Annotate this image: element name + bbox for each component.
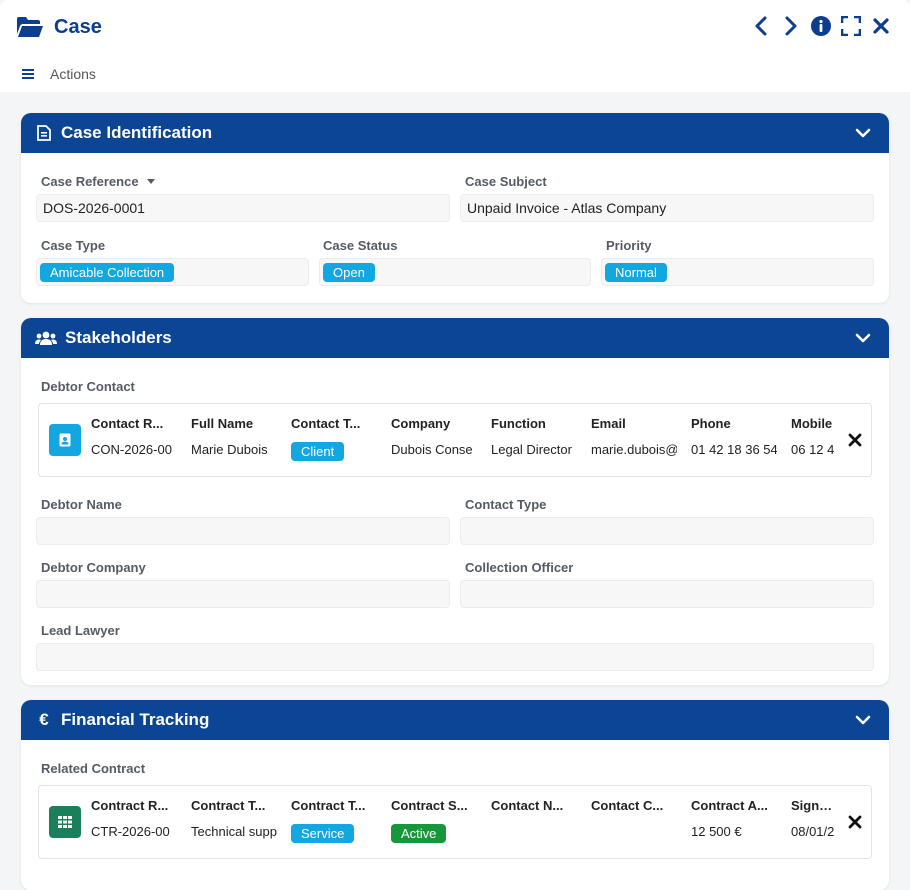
contact-column: Full Name Marie Dubois bbox=[191, 416, 268, 457]
window-header: Case Actions bbox=[0, 0, 910, 92]
financial-tracking-header[interactable]: € Financial Tracking bbox=[21, 700, 889, 740]
contact-column: Contact R... CON-2026-00 bbox=[91, 416, 172, 457]
fullscreen-icon bbox=[841, 16, 861, 36]
stakeholders-panel: Stakeholders Debtor Contact Contact R...… bbox=[21, 318, 889, 685]
financial-tracking-panel: € Financial Tracking Related Contract Co… bbox=[21, 700, 889, 890]
hamburger-menu-icon[interactable] bbox=[22, 69, 34, 79]
debtor-company-field[interactable] bbox=[36, 580, 450, 608]
close-button[interactable] bbox=[870, 14, 892, 38]
case-reference-label: Case Reference bbox=[41, 174, 156, 189]
contract-column: Contract T... Service bbox=[291, 798, 366, 843]
contact-type-field[interactable] bbox=[460, 517, 874, 545]
contact-card-icon bbox=[49, 424, 81, 456]
chevron-left-icon bbox=[755, 16, 767, 36]
panel-title: Case Identification bbox=[61, 123, 213, 142]
lead-lawyer-label: Lead Lawyer bbox=[41, 623, 120, 638]
panel-title: Financial Tracking bbox=[61, 710, 210, 729]
stakeholders-header[interactable]: Stakeholders bbox=[21, 318, 889, 358]
euro-icon: € bbox=[39, 710, 49, 729]
case-type-label: Case Type bbox=[41, 238, 106, 253]
contract-column: Contract S... Active bbox=[391, 798, 468, 843]
contract-status-badge: Active bbox=[391, 824, 447, 843]
collection-officer-field[interactable] bbox=[460, 580, 874, 608]
case-identification-header[interactable]: Case Identification bbox=[21, 113, 889, 153]
contact-column: Email marie.dubois@ bbox=[591, 416, 677, 457]
priority-label: Priority bbox=[606, 238, 652, 253]
chevron-right-icon bbox=[785, 16, 797, 36]
contact-type-label: Contact Type bbox=[465, 497, 547, 512]
case-status-label: Case Status bbox=[323, 238, 398, 253]
actions-label[interactable]: Actions bbox=[50, 66, 96, 82]
users-icon bbox=[35, 329, 57, 347]
next-button[interactable] bbox=[780, 14, 802, 38]
case-type-field[interactable]: Amicable Collection bbox=[36, 258, 309, 286]
chevron-down-icon[interactable] bbox=[855, 125, 871, 141]
document-icon bbox=[35, 124, 53, 142]
actions-menu[interactable]: Actions bbox=[22, 66, 96, 82]
priority-badge: Normal bbox=[605, 262, 667, 282]
panel-title: Stakeholders bbox=[65, 328, 172, 347]
contract-type-badge: Service bbox=[291, 824, 355, 843]
title-row: Case bbox=[16, 14, 102, 40]
case-reference-field[interactable]: DOS-2026-0001 bbox=[36, 194, 450, 222]
case-status-field[interactable]: Open bbox=[319, 258, 591, 286]
previous-button[interactable] bbox=[750, 14, 772, 38]
remove-icon[interactable] bbox=[847, 432, 863, 448]
case-type-badge: Amicable Collection bbox=[40, 262, 175, 282]
close-icon bbox=[873, 18, 889, 34]
related-contract-card[interactable]: Contract R... CTR-2026-00 Contract T... Te… bbox=[38, 785, 872, 859]
contract-column: Signatu 08/01/2 bbox=[791, 798, 835, 839]
contract-column: Contact N... bbox=[491, 798, 564, 813]
contact-type-badge: Client bbox=[291, 442, 345, 461]
sort-down-icon[interactable] bbox=[146, 178, 156, 186]
folder-open-icon bbox=[17, 17, 43, 37]
debtor-name-field[interactable] bbox=[36, 517, 450, 545]
case-subject-field[interactable]: Unpaid Invoice - Atlas Company bbox=[460, 194, 874, 222]
collection-officer-label: Collection Officer bbox=[465, 560, 574, 575]
contract-column: Contract A... 12 500 € bbox=[691, 798, 768, 839]
contract-column: Contact C... bbox=[591, 798, 664, 813]
debtor-contact-label: Debtor Contact bbox=[41, 379, 135, 394]
fullscreen-button[interactable] bbox=[840, 14, 862, 38]
debtor-name-label: Debtor Name bbox=[41, 497, 122, 512]
contact-column: Phone 01 42 18 36 54 bbox=[691, 416, 777, 457]
debtor-company-label: Debtor Company bbox=[41, 560, 146, 575]
contract-column: Contract T... Technical supp bbox=[191, 798, 277, 839]
contact-column: Mobile 06 12 4 bbox=[791, 416, 835, 457]
chevron-down-icon[interactable] bbox=[855, 330, 871, 346]
case-subject-label: Case Subject bbox=[465, 174, 547, 189]
window-controls bbox=[750, 14, 892, 38]
remove-icon[interactable] bbox=[847, 814, 863, 830]
priority-field[interactable]: Normal bbox=[601, 258, 874, 286]
case-identification-panel: Case Identification Case Reference DOS-2… bbox=[21, 113, 889, 303]
debtor-contact-card[interactable]: Contact R... CON-2026-00 Full Name Marie D… bbox=[38, 403, 872, 477]
contract-column: Contract R... CTR-2026-00 bbox=[91, 798, 170, 839]
info-button[interactable] bbox=[810, 14, 832, 38]
lead-lawyer-field[interactable] bbox=[36, 643, 874, 671]
contact-column: Contact T... Client bbox=[291, 416, 361, 461]
info-icon bbox=[811, 16, 831, 36]
related-contract-label: Related Contract bbox=[41, 761, 146, 776]
contact-column: Company Dubois Conse bbox=[391, 416, 473, 457]
case-status-badge: Open bbox=[323, 262, 375, 282]
chevron-down-icon[interactable] bbox=[855, 712, 871, 728]
page-title: Case bbox=[54, 15, 102, 38]
contact-column: Function Legal Director bbox=[491, 416, 572, 457]
grid-icon bbox=[49, 806, 81, 838]
